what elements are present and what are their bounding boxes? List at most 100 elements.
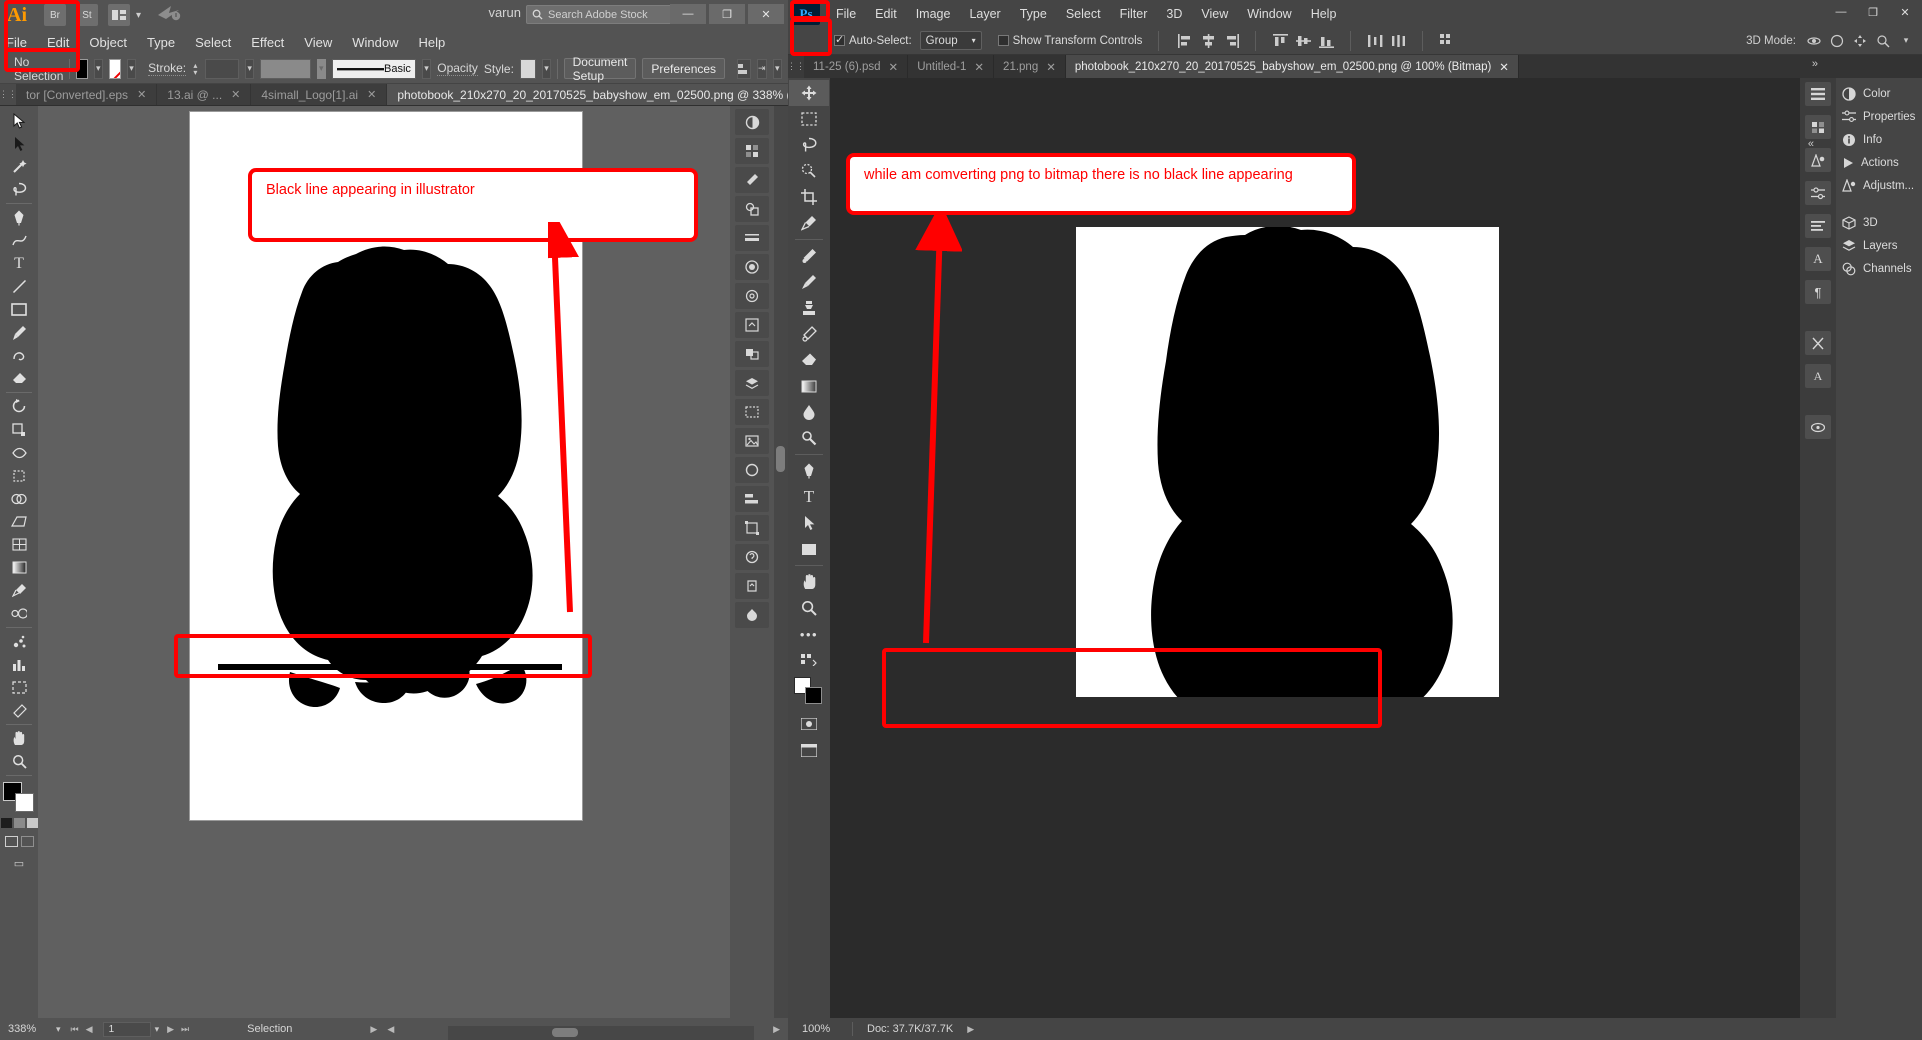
foreground-background-colors[interactable] bbox=[794, 677, 824, 705]
properties-panel-icon[interactable] bbox=[1805, 181, 1831, 205]
more-panels-icon[interactable] bbox=[735, 544, 769, 570]
brush-tool[interactable] bbox=[789, 269, 829, 295]
rotate-tool[interactable] bbox=[1, 395, 37, 418]
blend-tool[interactable] bbox=[1, 602, 37, 625]
panel-collapse-icon[interactable]: « bbox=[1808, 138, 1814, 150]
graphic-styles-panel-icon[interactable] bbox=[735, 457, 769, 483]
quick-mask-mode-icon[interactable] bbox=[789, 711, 829, 737]
menu-edit[interactable]: Edit bbox=[47, 35, 69, 50]
transparency-panel-icon[interactable] bbox=[735, 254, 769, 280]
ai-hscroll-left-icon[interactable]: ◀ bbox=[387, 1024, 394, 1035]
symbol-sprayer-tool[interactable] bbox=[1, 630, 37, 653]
menu-object[interactable]: Object bbox=[89, 35, 127, 50]
lasso-tool[interactable] bbox=[1, 178, 37, 201]
stroke-weight-field[interactable] bbox=[204, 58, 240, 79]
swatches-mini-icon[interactable] bbox=[1805, 331, 1831, 355]
distribute-group[interactable] bbox=[1365, 31, 1408, 51]
artboard-tool[interactable] bbox=[1, 676, 37, 699]
libraries-panel-icon[interactable] bbox=[1805, 115, 1831, 139]
3d-orbit-icon[interactable] bbox=[1804, 31, 1824, 51]
align-right-edges-icon[interactable] bbox=[1221, 31, 1241, 51]
change-screen-mode-icon[interactable]: ▭ bbox=[14, 857, 24, 870]
panel-item-3d[interactable]: 3D bbox=[1836, 211, 1922, 234]
doc-tab-0[interactable]: tor [Converted].eps ✕ bbox=[16, 84, 158, 105]
ps-doc-tab-0-close-icon[interactable]: ✕ bbox=[889, 60, 899, 74]
curvature-tool[interactable] bbox=[1, 229, 37, 252]
transform-panel-icon[interactable]: ⇥ bbox=[757, 58, 767, 79]
align-panel-icon[interactable] bbox=[737, 58, 752, 79]
appearance-panel-icon[interactable] bbox=[735, 283, 769, 309]
fill-stroke-swatches[interactable] bbox=[3, 782, 35, 812]
3d-roll-icon[interactable] bbox=[1827, 31, 1847, 51]
pen-tool[interactable] bbox=[1, 206, 37, 229]
artboards-panel-icon[interactable] bbox=[735, 399, 769, 425]
rectangle-tool[interactable] bbox=[789, 536, 829, 562]
ai-page-nav-next-last[interactable]: ▶ ⏭ bbox=[167, 1024, 189, 1035]
ps-menu-view[interactable]: View bbox=[1201, 7, 1228, 21]
free-transform-tool[interactable] bbox=[1, 464, 37, 487]
adjustments-panel-icon[interactable] bbox=[1805, 148, 1831, 172]
stroke-panel-icon[interactable] bbox=[735, 225, 769, 251]
slice-tool[interactable] bbox=[1, 699, 37, 722]
color-button[interactable] bbox=[0, 818, 12, 828]
width-tool[interactable] bbox=[1, 441, 37, 464]
zoom-tool[interactable] bbox=[1, 750, 37, 773]
ps-doc-tab-0[interactable]: 11-25 (6).psd ✕ bbox=[804, 55, 909, 78]
ai-zoom-chevron-down-icon[interactable]: ▾ bbox=[56, 1024, 61, 1035]
selection-tool[interactable] bbox=[1, 109, 37, 132]
pathfinder-panel-icon[interactable] bbox=[735, 341, 769, 367]
show-transform-controls-checkbox[interactable] bbox=[997, 35, 1009, 46]
tab-bar-grip[interactable]: ⋮⋮ bbox=[0, 84, 17, 105]
auto-select-checkbox[interactable] bbox=[834, 33, 845, 46]
menu-view[interactable]: View bbox=[304, 35, 332, 50]
doc-tab-2[interactable]: 4simall_Logo[1].ai ✕ bbox=[251, 84, 388, 105]
mesh-tool[interactable] bbox=[1, 533, 37, 556]
panel-item-adjustments[interactable]: Adjustm... bbox=[1836, 174, 1922, 197]
background-color-swatch[interactable] bbox=[805, 687, 822, 704]
variable-width-profile-field[interactable] bbox=[260, 58, 311, 79]
ps-menu-edit[interactable]: Edit bbox=[875, 7, 897, 21]
ps-menu-type[interactable]: Type bbox=[1020, 7, 1047, 21]
marquee-tool[interactable] bbox=[789, 106, 829, 132]
edit-toolbar-icon[interactable] bbox=[789, 647, 829, 673]
menu-help[interactable]: Help bbox=[418, 35, 445, 50]
ps-menu-3d[interactable]: 3D bbox=[1166, 7, 1182, 21]
align-panel-icon-dock[interactable] bbox=[735, 486, 769, 512]
type-tool[interactable]: T bbox=[789, 484, 829, 510]
align-vertical-centers-icon[interactable] bbox=[1293, 31, 1313, 51]
distribute-left-icon[interactable] bbox=[1365, 31, 1385, 51]
photoshop-canvas[interactable] bbox=[830, 78, 1800, 1018]
align-distribute-more-icon[interactable] bbox=[1437, 31, 1457, 51]
align-left-edges-icon[interactable] bbox=[1175, 31, 1195, 51]
doc-tab-2-close-icon[interactable]: ✕ bbox=[367, 88, 376, 101]
none-button[interactable] bbox=[26, 818, 38, 828]
column-graph-tool[interactable] bbox=[1, 653, 37, 676]
brushes-panel-icon[interactable] bbox=[735, 167, 769, 193]
workspace-chevron-down-icon[interactable]: ▾ bbox=[1896, 31, 1916, 51]
auto-select-checkbox-group[interactable]: Auto-Select: bbox=[834, 33, 912, 47]
width-profile-chevron-down-icon[interactable]: ▾ bbox=[316, 58, 326, 79]
clone-stamp-tool[interactable] bbox=[789, 295, 829, 321]
history-panel-icon[interactable] bbox=[1805, 82, 1831, 106]
minimize-button[interactable]: — bbox=[670, 4, 706, 24]
direct-selection-tool[interactable] bbox=[1, 132, 37, 155]
asset-export-icon[interactable] bbox=[735, 573, 769, 599]
color-panel-icon[interactable] bbox=[735, 109, 769, 135]
maximize-button[interactable]: ❐ bbox=[709, 4, 745, 24]
ps-doc-tab-3-close-icon[interactable]: ✕ bbox=[1499, 60, 1509, 74]
document-setup-button[interactable]: Document Setup bbox=[563, 55, 637, 83]
perspective-grid-tool[interactable] bbox=[1, 510, 37, 533]
ai-zoom-level[interactable]: 338% bbox=[0, 1023, 56, 1035]
libraries-panel-icon[interactable] bbox=[735, 602, 769, 628]
arrange-chevron-down-icon[interactable]: ▾ bbox=[136, 10, 141, 21]
search-input[interactable]: Search Adobe Stock bbox=[548, 9, 648, 21]
normal-screen-mode-icon[interactable] bbox=[4, 836, 18, 847]
menu-type[interactable]: Type bbox=[147, 35, 175, 50]
ps-menu-file[interactable]: File bbox=[836, 7, 856, 21]
brush-definition-field[interactable]: Basic bbox=[331, 58, 416, 79]
fill-dropdown-chevron-down-icon[interactable]: ▾ bbox=[93, 58, 103, 79]
ps-menu-image[interactable]: Image bbox=[916, 7, 951, 21]
menu-window[interactable]: Window bbox=[352, 35, 398, 50]
hand-tool[interactable] bbox=[1, 727, 37, 750]
3d-pan-icon[interactable] bbox=[1850, 31, 1870, 51]
